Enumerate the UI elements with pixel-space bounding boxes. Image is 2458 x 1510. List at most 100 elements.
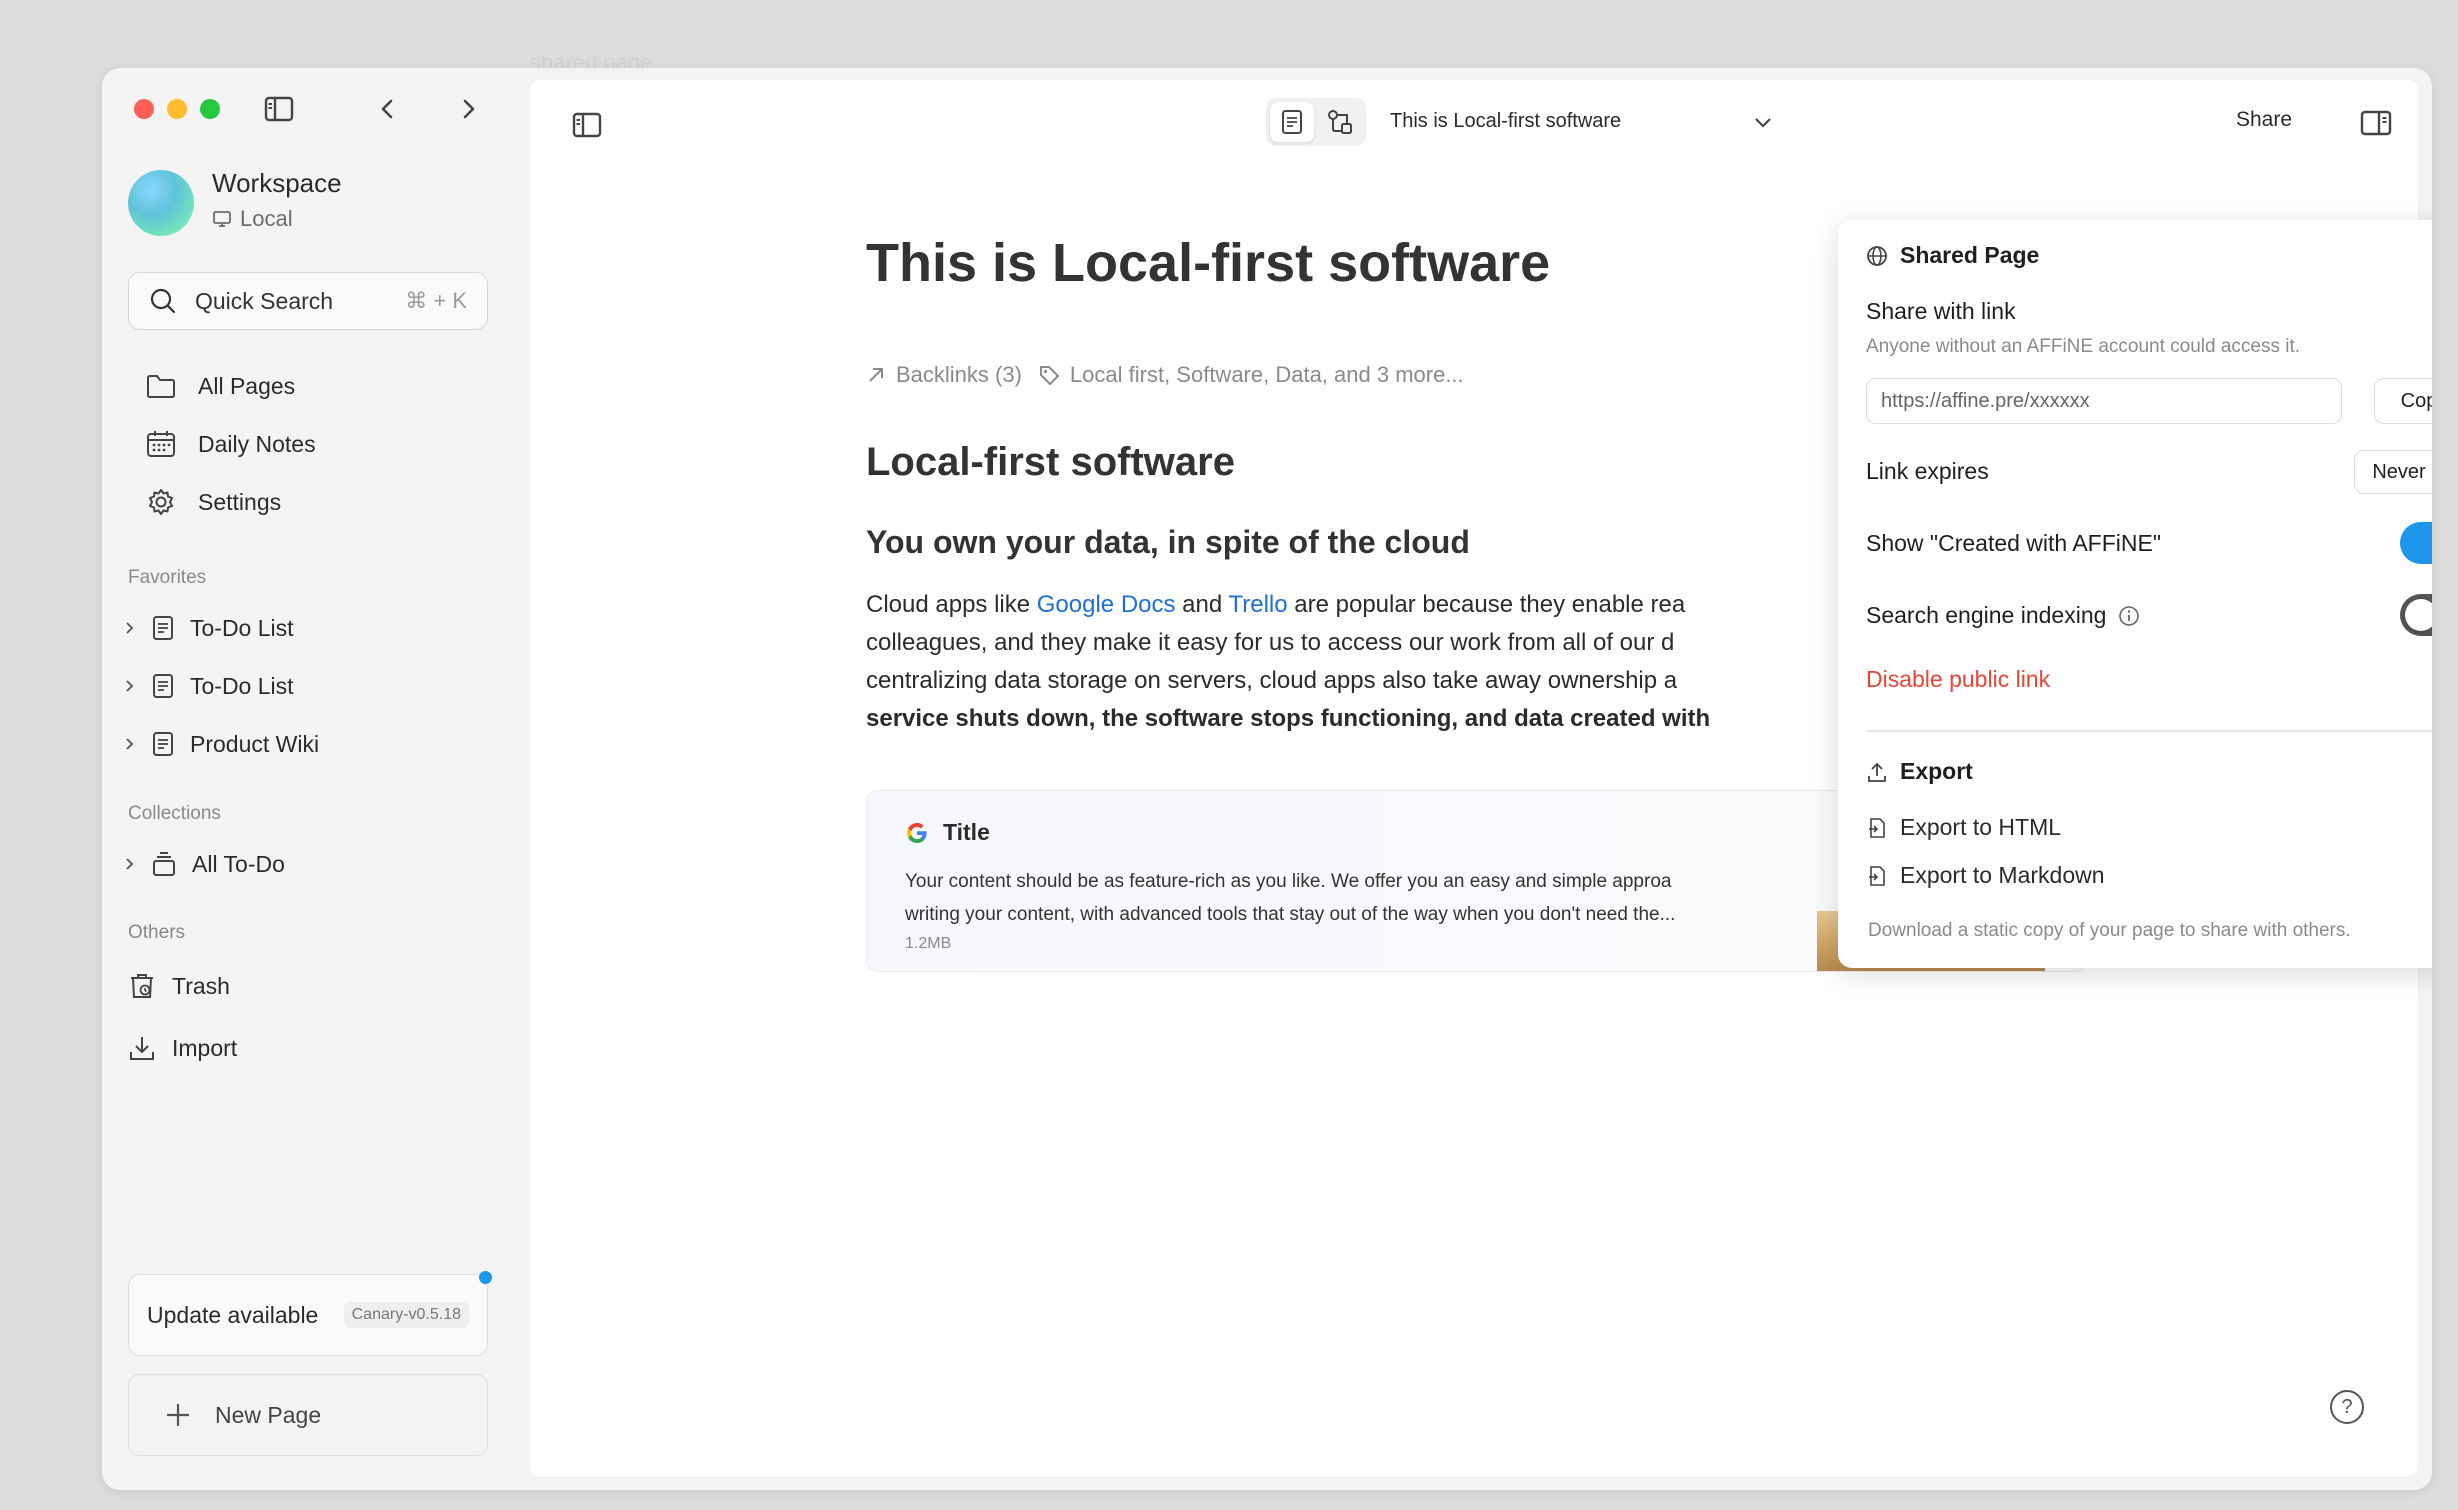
copy-link-button[interactable]: Copy bbox=[2374, 378, 2432, 424]
favorite-item-product-wiki[interactable]: Product Wiki bbox=[124, 724, 319, 764]
bookmark-size: 1.2MB bbox=[905, 935, 952, 952]
sidebar-item-settings[interactable]: Settings bbox=[146, 482, 281, 522]
export-to-html-button[interactable]: Export to HTML bbox=[1866, 814, 2061, 841]
sidebar-item-label: All Pages bbox=[198, 372, 296, 399]
link-expires-select[interactable]: Never bbox=[2354, 450, 2432, 494]
help-icon[interactable]: ? bbox=[2330, 1390, 2364, 1424]
link-expires-value: Never bbox=[2372, 460, 2426, 483]
sidebar: Workspace Local Quick Search ⌘ + K All P… bbox=[102, 68, 530, 1490]
disable-public-link-button[interactable]: Disable public link bbox=[1866, 666, 2050, 693]
favorite-item-todo-2[interactable]: To-Do List bbox=[124, 666, 294, 706]
sidebar-item-all-pages[interactable]: All Pages bbox=[146, 366, 295, 406]
backlinks-link[interactable]: Backlinks (3) bbox=[896, 362, 1022, 388]
quick-search-shortcut: ⌘ + K bbox=[405, 288, 467, 313]
doc-meta: Backlinks (3) Local first, Software, Dat… bbox=[866, 362, 1464, 388]
favorites-section-label: Favorites bbox=[128, 567, 207, 588]
chevron-right-icon[interactable] bbox=[124, 621, 138, 635]
edgeless-icon bbox=[1328, 110, 1352, 134]
folder-icon bbox=[147, 375, 175, 398]
maximize-window-button[interactable] bbox=[200, 99, 220, 119]
shared-page-heading: Shared Page bbox=[1866, 242, 2039, 269]
forward-arrow-icon[interactable] bbox=[452, 92, 486, 126]
collection-item-all-todo[interactable]: All To-Do bbox=[124, 844, 285, 884]
plus-icon bbox=[167, 1404, 189, 1426]
para-text: are popular because they enable rea bbox=[1287, 591, 1686, 618]
share-with-link-description: Anyone without an AFFiNE account could a… bbox=[1866, 336, 2301, 357]
bookmark-card-title: Title bbox=[905, 819, 990, 846]
chevron-right-icon[interactable] bbox=[124, 857, 138, 871]
bookmark-desc-line: writing your content, with advanced tool… bbox=[905, 904, 1676, 925]
sidebar-item-daily-notes[interactable]: Daily Notes bbox=[146, 424, 316, 464]
page-icon bbox=[152, 673, 174, 699]
export-file-icon bbox=[1869, 817, 1885, 838]
created-with-affine-label: Show "Created with AFFiNE" bbox=[1866, 530, 2161, 556]
quick-search-button[interactable]: Quick Search ⌘ + K bbox=[128, 272, 488, 330]
upload-icon bbox=[1868, 762, 1886, 782]
export-title: Export bbox=[1900, 758, 1973, 784]
page-mode-button[interactable] bbox=[1270, 102, 1314, 142]
google-logo-icon bbox=[907, 822, 927, 843]
bookmark-title-label: Title bbox=[943, 819, 990, 845]
favorite-item-label: To-Do List bbox=[190, 672, 294, 699]
google-docs-link[interactable]: Google Docs bbox=[1037, 591, 1176, 618]
panel-left-icon[interactable] bbox=[570, 108, 604, 142]
tag-icon bbox=[1039, 366, 1059, 385]
close-window-button[interactable] bbox=[134, 99, 154, 119]
favorite-item-todo-1[interactable]: To-Do List bbox=[124, 608, 294, 648]
share-popover: Shared Page Share with link Anyone witho… bbox=[1838, 220, 2432, 968]
workspace-avatar[interactable] bbox=[128, 170, 194, 236]
share-with-link-label: Share with link bbox=[1866, 298, 2016, 324]
collection-icon bbox=[152, 851, 176, 877]
edgeless-mode-button[interactable] bbox=[1318, 102, 1362, 142]
minimize-window-button[interactable] bbox=[167, 99, 187, 119]
chevron-down-icon[interactable] bbox=[1748, 108, 1778, 138]
new-page-label: New Page bbox=[215, 1401, 322, 1428]
doc-tags[interactable]: Local first, Software, Data, and 3 more.… bbox=[1070, 362, 1464, 388]
doc-heading-3[interactable]: You own your data, in spite of the cloud bbox=[866, 524, 1470, 561]
trello-link[interactable]: Trello bbox=[1228, 591, 1287, 618]
app-window: Workspace Local Quick Search ⌘ + K All P… bbox=[102, 68, 2432, 1490]
page-icon bbox=[152, 615, 174, 641]
export-heading: Export bbox=[1866, 758, 1973, 785]
search-engine-indexing-toggle[interactable] bbox=[2400, 594, 2432, 636]
export-to-markdown-button[interactable]: Export to Markdown bbox=[1866, 862, 2105, 889]
header-page-title[interactable]: This is Local-first software bbox=[1390, 110, 1621, 133]
arrow-up-right-icon bbox=[869, 368, 883, 382]
chevron-right-icon[interactable] bbox=[124, 679, 138, 693]
panel-right-icon[interactable] bbox=[2358, 106, 2394, 140]
back-arrow-icon[interactable] bbox=[370, 92, 404, 126]
doc-heading-2[interactable]: Local-first software bbox=[866, 440, 1235, 485]
doc-title[interactable]: This is Local-first software bbox=[866, 232, 1550, 294]
export-file-icon bbox=[1869, 865, 1885, 886]
sidebar-item-label: Settings bbox=[198, 488, 282, 515]
share-button[interactable]: Share bbox=[2236, 108, 2292, 132]
chevron-right-icon[interactable] bbox=[124, 737, 138, 751]
collection-item-label: All To-Do bbox=[192, 850, 285, 877]
sidebar-item-label: Import bbox=[172, 1034, 238, 1061]
workspace-type: Local bbox=[212, 206, 293, 232]
calendar-icon bbox=[147, 431, 175, 457]
sidebar-item-import[interactable]: Import bbox=[128, 1028, 237, 1068]
bookmark-desc-line: Your content should be as feature-rich a… bbox=[905, 871, 1672, 892]
computer-icon bbox=[213, 211, 231, 227]
page-icon bbox=[1282, 110, 1302, 134]
update-available-button[interactable]: Update available Canary-v0.5.18 bbox=[128, 1274, 488, 1356]
workspace-name[interactable]: Workspace bbox=[212, 168, 342, 199]
bookmark-description: Your content should be as feature-rich a… bbox=[905, 865, 1805, 931]
sidebar-item-trash[interactable]: Trash bbox=[128, 966, 230, 1006]
version-badge: Canary-v0.5.18 bbox=[343, 1302, 469, 1328]
update-notification-dot bbox=[479, 1271, 492, 1284]
para-text: Cloud apps like bbox=[866, 591, 1037, 618]
new-page-button[interactable]: New Page bbox=[128, 1374, 488, 1456]
workspace-type-label: Local bbox=[240, 206, 293, 231]
para-text: and bbox=[1175, 591, 1229, 618]
search-icon bbox=[150, 288, 176, 314]
link-expires-label: Link expires bbox=[1866, 458, 1989, 484]
info-icon[interactable] bbox=[2118, 605, 2140, 627]
page-icon bbox=[152, 731, 174, 757]
trash-icon bbox=[128, 972, 156, 1000]
share-link-input[interactable]: https://affine.pre/xxxxxx bbox=[1866, 378, 2342, 424]
favorite-item-label: Product Wiki bbox=[190, 730, 320, 757]
created-with-affine-toggle[interactable] bbox=[2400, 522, 2432, 564]
sidebar-toggle-icon[interactable] bbox=[262, 92, 296, 126]
